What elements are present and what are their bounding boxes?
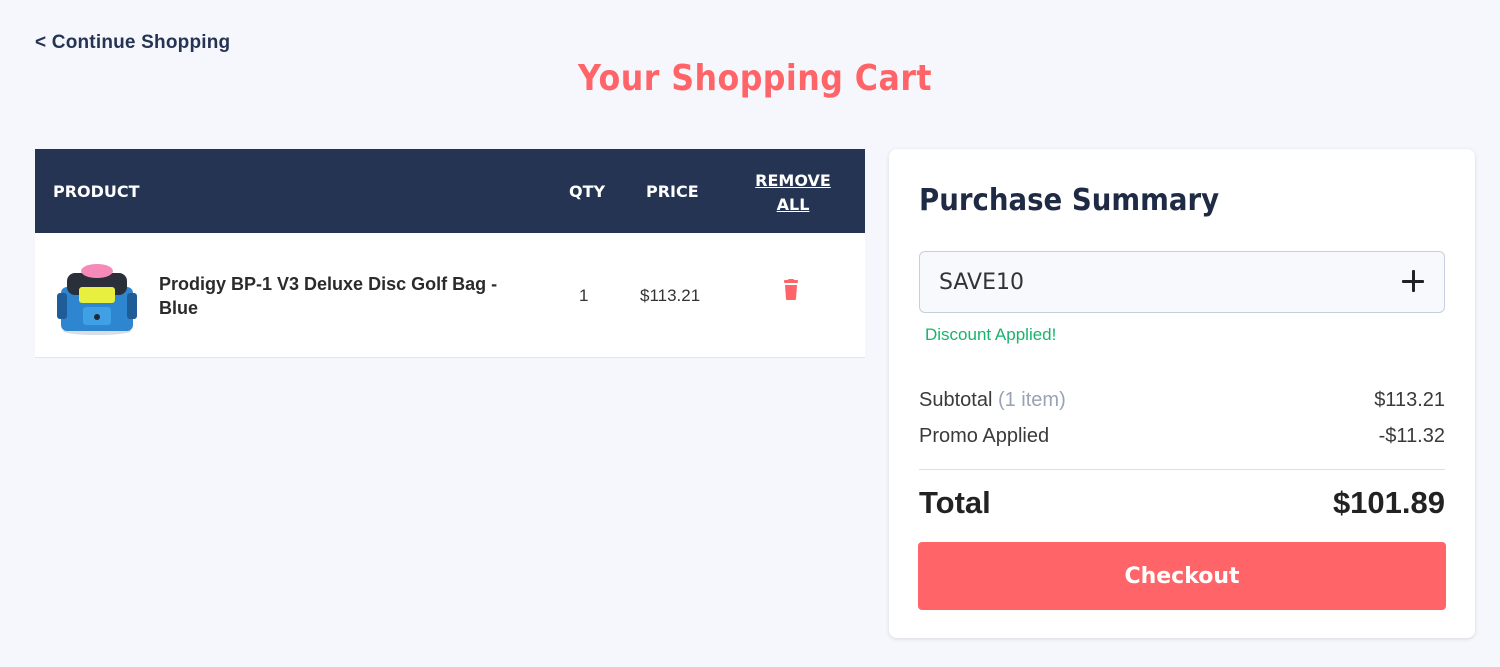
continue-shopping-link[interactable]: < Continue Shopping (35, 32, 230, 54)
remove-all-button[interactable]: REMOVE ALL (753, 169, 833, 217)
product-name[interactable]: Prodigy BP-1 V3 Deluxe Disc Golf Bag - B… (159, 272, 519, 320)
trash-icon[interactable] (781, 279, 801, 306)
subtotal-label: Subtotal (919, 389, 993, 411)
subtotal-value: $113.21 (1374, 389, 1445, 411)
plus-icon[interactable] (1402, 268, 1428, 296)
product-image[interactable] (53, 257, 141, 337)
summary-divider (919, 469, 1445, 470)
item-price: $113.21 (640, 286, 701, 305)
column-header-product: PRODUCT (53, 182, 140, 201)
promo-amount: -$11.32 (1378, 425, 1445, 447)
cart-item-row: Prodigy BP-1 V3 Deluxe Disc Golf Bag - B… (35, 233, 865, 358)
promo-label: Promo Applied (919, 425, 1050, 447)
promo-code-input[interactable] (920, 252, 1390, 312)
column-header-qty: QTY (569, 182, 606, 201)
cart-table-header: PRODUCT QTY PRICE REMOVE ALL (35, 149, 865, 233)
summary-title: Purchase Summary (919, 183, 1220, 218)
cart-table: PRODUCT QTY PRICE REMOVE ALL Prodigy BP-… (35, 149, 865, 358)
subtotal-label-group: Subtotal (1 item) (919, 389, 1066, 412)
page-title: Your Shopping Cart (578, 58, 932, 99)
purchase-summary-panel: Purchase Summary Discount Applied! Subto… (889, 149, 1475, 638)
column-header-price: PRICE (646, 182, 699, 201)
item-quantity: 1 (579, 286, 589, 305)
discount-applied-message: Discount Applied! (925, 325, 1057, 344)
checkout-button[interactable]: Checkout (918, 542, 1446, 610)
subtotal-item-count: (1 item) (997, 389, 1066, 411)
total-value: $101.89 (1332, 485, 1445, 520)
total-label: Total (919, 485, 991, 520)
promo-code-field (919, 251, 1445, 313)
